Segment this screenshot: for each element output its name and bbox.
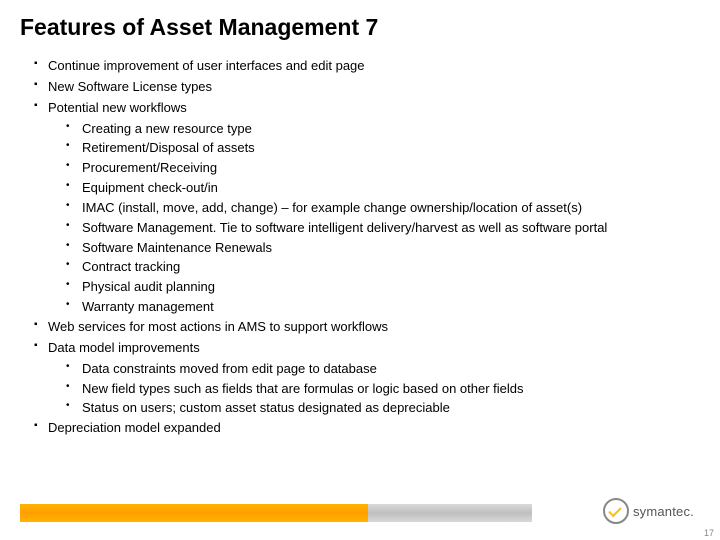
bullet-l2: New field types such as fields that are …: [66, 380, 700, 399]
slide-footer: symantec.: [0, 498, 720, 522]
accent-bar: [20, 504, 532, 522]
bullet-l1: Depreciation model expanded: [34, 419, 700, 438]
accent-bar-orange: [20, 504, 368, 522]
bullet-l1: Potential new workflows: [34, 99, 700, 118]
logo-mark-icon: [603, 498, 629, 524]
bullet-group-datamodel: Data constraints moved from edit page to…: [20, 360, 700, 419]
slide-body: Features of Asset Management 7 Continue …: [0, 0, 720, 438]
bullet-l2: Software Maintenance Renewals: [66, 239, 700, 258]
bullet-l2: Physical audit planning: [66, 278, 700, 297]
slide-content: Continue improvement of user interfaces …: [20, 57, 700, 438]
bullet-group-mid: Web services for most actions in AMS to …: [20, 318, 700, 358]
bullet-l2: Data constraints moved from edit page to…: [66, 360, 700, 379]
bullet-l1: Continue improvement of user interfaces …: [34, 57, 700, 76]
bullet-l2: Contract tracking: [66, 258, 700, 277]
bullet-l1: New Software License types: [34, 78, 700, 97]
accent-bar-grey: [368, 504, 532, 522]
logo-text: symantec.: [633, 504, 694, 519]
bullet-l2: Warranty management: [66, 298, 700, 317]
bullet-l2: Retirement/Disposal of assets: [66, 139, 700, 158]
symantec-logo: symantec.: [603, 498, 694, 524]
bullet-l2: Creating a new resource type: [66, 120, 700, 139]
bullet-l1: Web services for most actions in AMS to …: [34, 318, 700, 337]
bullet-group-workflows: Creating a new resource type Retirement/…: [20, 120, 700, 317]
bullet-group-last: Depreciation model expanded: [20, 419, 700, 438]
bullet-l2: Status on users; custom asset status des…: [66, 399, 700, 418]
slide-title: Features of Asset Management 7: [20, 14, 700, 41]
bullet-group-top: Continue improvement of user interfaces …: [20, 57, 700, 118]
page-number: 17: [704, 528, 714, 538]
bullet-l2: IMAC (install, move, add, change) – for …: [66, 199, 700, 218]
bullet-l2: Equipment check-out/in: [66, 179, 700, 198]
bullet-l2: Software Management. Tie to software int…: [66, 219, 700, 238]
bullet-l1: Data model improvements: [34, 339, 700, 358]
bullet-l2: Procurement/Receiving: [66, 159, 700, 178]
